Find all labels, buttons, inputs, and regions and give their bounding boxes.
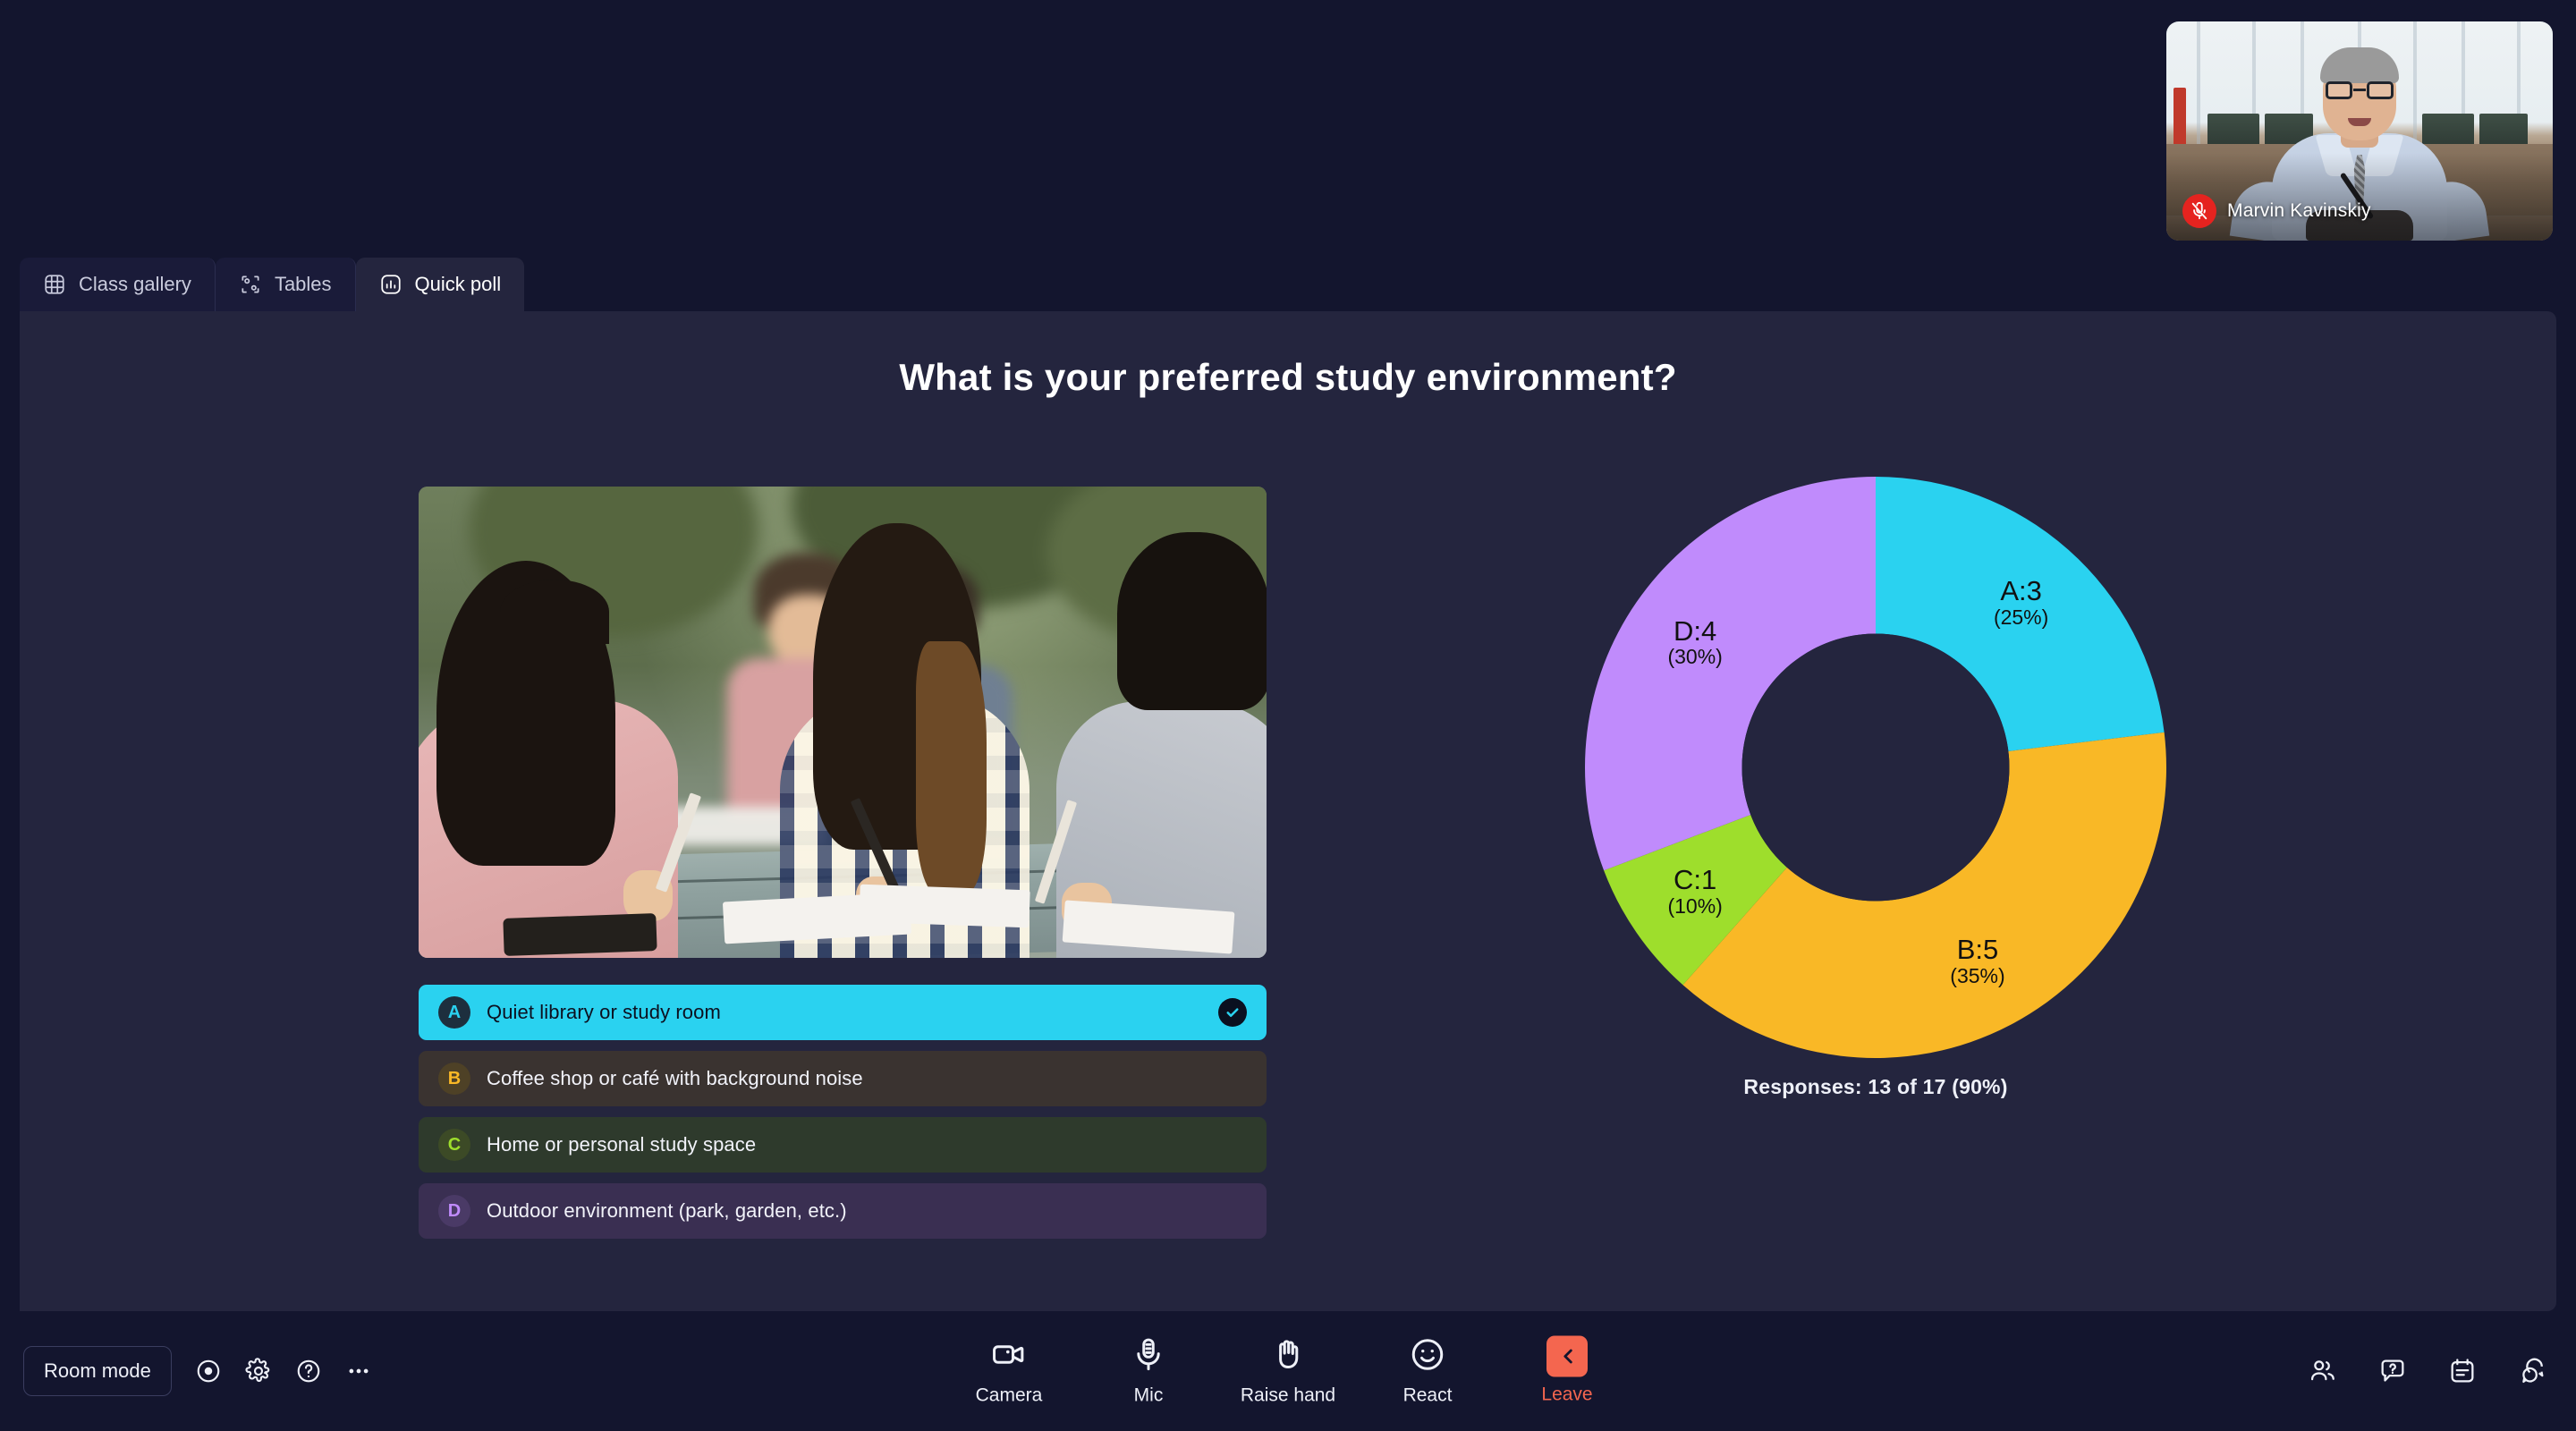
toolbar-center-controls: Camera Mic Raise hand React Leave [959,1335,1617,1407]
people-icon[interactable] [2308,1356,2338,1386]
student-left [419,496,701,958]
grid-icon [43,273,66,296]
option-badge-d: D [438,1195,470,1227]
donut-label-percent: (35%) [1950,963,2005,987]
poll-question: What is your preferred study environment… [899,356,1677,398]
meeting-app-window: Marvin Kavinskiy Class gallery Tables Qu… [0,0,2576,1431]
tab-quick-poll[interactable]: Quick poll [355,258,525,311]
react-label: React [1402,1384,1453,1406]
mic-label: Mic [1133,1384,1164,1406]
option-key: C [447,1134,462,1155]
donut-hole [1741,633,2010,902]
option-label: Quiet library or study room [487,1001,721,1023]
poll-image [419,487,1267,958]
poll-left-column: A Quiet library or study room B Coffee s… [419,487,1267,1239]
mic-button[interactable]: Mic [1098,1336,1199,1407]
camera-icon [990,1336,1028,1378]
option-badge-a: A [438,996,470,1029]
donut-label-a: A:3 (25%) [1959,576,2084,628]
mic-muted-icon [2182,194,2216,228]
raise-hand-button[interactable]: Raise hand [1238,1336,1338,1407]
tab-label: Tables [274,273,332,295]
donut-label-percent: (25%) [1993,605,2049,629]
leave-arrow-icon [1546,1335,1588,1377]
option-badge-c: C [438,1129,470,1161]
bar-chart-icon [379,273,402,296]
room-mode-button[interactable]: Room mode [23,1346,172,1396]
option-badge-b: B [438,1063,470,1095]
donut-label-value: D:4 [1674,614,1717,647]
donut-label-value: A:3 [2000,575,2042,607]
student-right [1035,515,1267,958]
donut-label-percent: (10%) [1667,893,1723,918]
option-key: D [447,1200,462,1221]
tab-class-gallery[interactable]: Class gallery [20,258,216,311]
react-button[interactable]: React [1377,1336,1478,1407]
donut-label-value: B:5 [1956,934,1999,966]
self-view-label: Marvin Kavinskiy [2182,194,2371,228]
leave-label: Leave [1541,1384,1593,1405]
poll-options-list: A Quiet library or study room B Coffee s… [419,985,1267,1239]
ellipsis-icon[interactable] [345,1358,372,1384]
camera-label: Camera [975,1384,1043,1406]
participant-name: Marvin Kavinskiy [2227,200,2371,221]
notes-icon[interactable] [2447,1356,2478,1386]
poll-option-c[interactable]: C Home or personal study space [419,1117,1267,1173]
option-label: Home or personal study space [487,1133,757,1156]
meeting-toolbar: Room mode Camera Mic Raise hand React Le… [0,1311,2576,1431]
raise-hand-label: Raise hand [1240,1384,1336,1406]
poll-option-a[interactable]: A Quiet library or study room [419,985,1267,1040]
tab-tables[interactable]: Tables [215,258,356,311]
raised-hand-icon [1269,1336,1307,1378]
donut-label-percent: (30%) [1667,645,1723,669]
quick-poll-panel: What is your preferred study environment… [20,311,2556,1311]
option-key: B [447,1068,462,1088]
option-key: A [447,1002,462,1022]
poll-results-column: A:3 (25%) B:5 (35%) C:1 (10%) D:4 (30%) Respons… [1415,472,2336,1099]
toolbar-left-group: Room mode [23,1346,372,1396]
camera-button[interactable]: Camera [959,1336,1059,1407]
question-circle-icon[interactable] [295,1358,322,1384]
tab-label: Class gallery [79,273,191,295]
donut-svg [1585,477,2166,1058]
record-circle-icon[interactable] [195,1358,222,1384]
responses-count: Responses: 13 of 17 (90%) [1743,1075,2008,1098]
donut-label-b: B:5 (35%) [1915,935,2040,986]
content-tabs: Class gallery Tables Quick poll [20,258,525,311]
question-bubble-icon[interactable] [2377,1356,2408,1386]
poll-option-b[interactable]: B Coffee shop or café with background no… [419,1051,1267,1106]
donut-label-d: D:4 (30%) [1632,614,1758,669]
chat-bubbles-icon[interactable] [2517,1356,2547,1386]
self-view-tile[interactable]: Marvin Kavinskiy [2166,21,2553,241]
tab-label: Quick poll [414,273,502,295]
tables-icon [239,273,262,296]
microphone-icon [1130,1336,1167,1378]
leave-button[interactable]: Leave [1517,1335,1617,1406]
smiley-icon [1409,1336,1446,1378]
poll-option-d[interactable]: D Outdoor environment (park, garden, etc… [419,1183,1267,1239]
toolbar-right-group [2308,1356,2547,1386]
option-label: Outdoor environment (park, garden, etc.) [487,1199,847,1222]
gear-icon[interactable] [245,1358,272,1384]
option-label: Coffee shop or café with background nois… [487,1067,863,1089]
donut-label-c: C:1 (10%) [1632,865,1758,917]
donut-label-value: C:1 [1674,864,1717,896]
poll-donut-chart: A:3 (25%) B:5 (35%) C:1 (10%) D:4 (30%) [1580,472,2171,1063]
check-circle-icon [1218,998,1247,1027]
